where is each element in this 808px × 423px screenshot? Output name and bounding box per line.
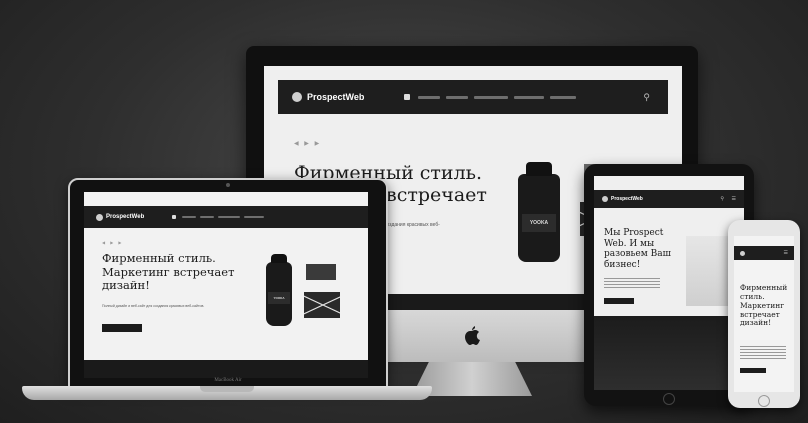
macbook-model-label: MacBook Air (214, 378, 242, 383)
brand-name: ProspectWeb (307, 92, 365, 102)
macbook-dark-band (84, 360, 368, 378)
macbook-cta-button[interactable] (102, 324, 142, 332)
ipad-cta-button[interactable] (604, 298, 634, 304)
iphone-hero-subtitle (740, 346, 786, 360)
ipad-home-button[interactable] (663, 393, 675, 405)
ipad-screen: ProspectWeb ⚲ ☰ Мы Prospect Web. И мы ра… (594, 176, 744, 390)
macbook-notch (200, 386, 254, 392)
imac-slider-arrows[interactable]: ◀ ▶ ▶ (294, 140, 321, 147)
ipad-brand[interactable]: ProspectWeb (602, 196, 643, 202)
home-icon[interactable] (172, 215, 177, 219)
nav-link[interactable] (200, 216, 215, 218)
imac-brand[interactable]: ProspectWeb (292, 92, 364, 102)
bottle-cap (526, 162, 552, 176)
imac-nav-links (404, 94, 577, 100)
nav-link[interactable] (474, 95, 509, 99)
nav-link[interactable] (244, 216, 265, 218)
ipad-workspace-photo (594, 316, 744, 390)
macbook-business-card (306, 264, 336, 280)
nav-link[interactable] (218, 216, 241, 218)
macbook-camera (226, 183, 230, 187)
macbook-envelope (304, 292, 340, 318)
nav-link[interactable] (514, 95, 545, 99)
iphone-hero-title: Фирменный стиль. Маркетинг встречает диз… (740, 283, 788, 328)
imac-navbar: ProspectWeb ⚲ (278, 80, 668, 114)
imac-hero-subtitle: создания красивых веб- (384, 222, 440, 228)
brand-logo-icon (96, 213, 103, 221)
iphone-home-button[interactable] (758, 395, 770, 407)
bottle-cap (271, 254, 287, 263)
ipad-hero-title: Мы Prospect Web. И мы разовьем Ваш бизне… (604, 228, 671, 270)
nav-link[interactable] (446, 95, 469, 99)
macbook-screen: ProspectWeb ⚲ ◀ ▶ ▶ Фирменный стиль. Мар… (84, 192, 368, 378)
bottle-label: YOOKA (268, 292, 290, 304)
ipad-hero-subtitle (604, 278, 660, 290)
brand-name: ProspectWeb (106, 214, 145, 220)
macbook-nav-links (172, 215, 265, 219)
macbook-product-bottle: YOOKA (266, 254, 292, 326)
search-icon[interactable]: ⚲ (643, 92, 650, 103)
iphone-cta-button[interactable] (740, 368, 766, 373)
nav-link[interactable] (418, 95, 441, 99)
macbook-slider-arrows[interactable]: ◀ ▶ ▶ (102, 240, 123, 245)
search-icon[interactable]: ⚲ (720, 196, 724, 202)
nav-link[interactable] (182, 216, 197, 218)
bottle-label: YOOKA (522, 214, 556, 232)
brand-name: ProspectWeb (611, 196, 643, 202)
ipad-navbar: ProspectWeb ⚲ ☰ (594, 190, 744, 208)
menu-icon[interactable]: ☰ (784, 250, 788, 256)
macbook-brand[interactable]: ProspectWeb (96, 213, 145, 221)
macbook-navbar: ProspectWeb ⚲ (84, 206, 368, 228)
home-icon[interactable] (404, 94, 411, 100)
nav-link[interactable] (550, 95, 577, 99)
apple-logo-icon (465, 326, 480, 345)
macbook-hero-subtitle: Полный дизайн и веб-сайт для создания кр… (102, 304, 205, 308)
brand-logo-icon (292, 92, 302, 102)
macbook-hero-title: Фирменный стиль. Маркетинг встречает диз… (102, 251, 235, 293)
imac-product-bottle: YOOKA (518, 162, 560, 262)
iphone-screen: ☰ Фирменный стиль. Маркетинг встречает д… (734, 236, 794, 392)
device-mockup-scene: ProspectWeb ⚲ ◀ ▶ ▶ Фирменный стиль. вст… (8, 6, 800, 416)
menu-icon[interactable]: ☰ (732, 196, 736, 202)
iphone-navbar: ☰ (734, 246, 794, 260)
brand-logo-icon (740, 250, 745, 256)
brand-logo-icon (602, 196, 608, 202)
